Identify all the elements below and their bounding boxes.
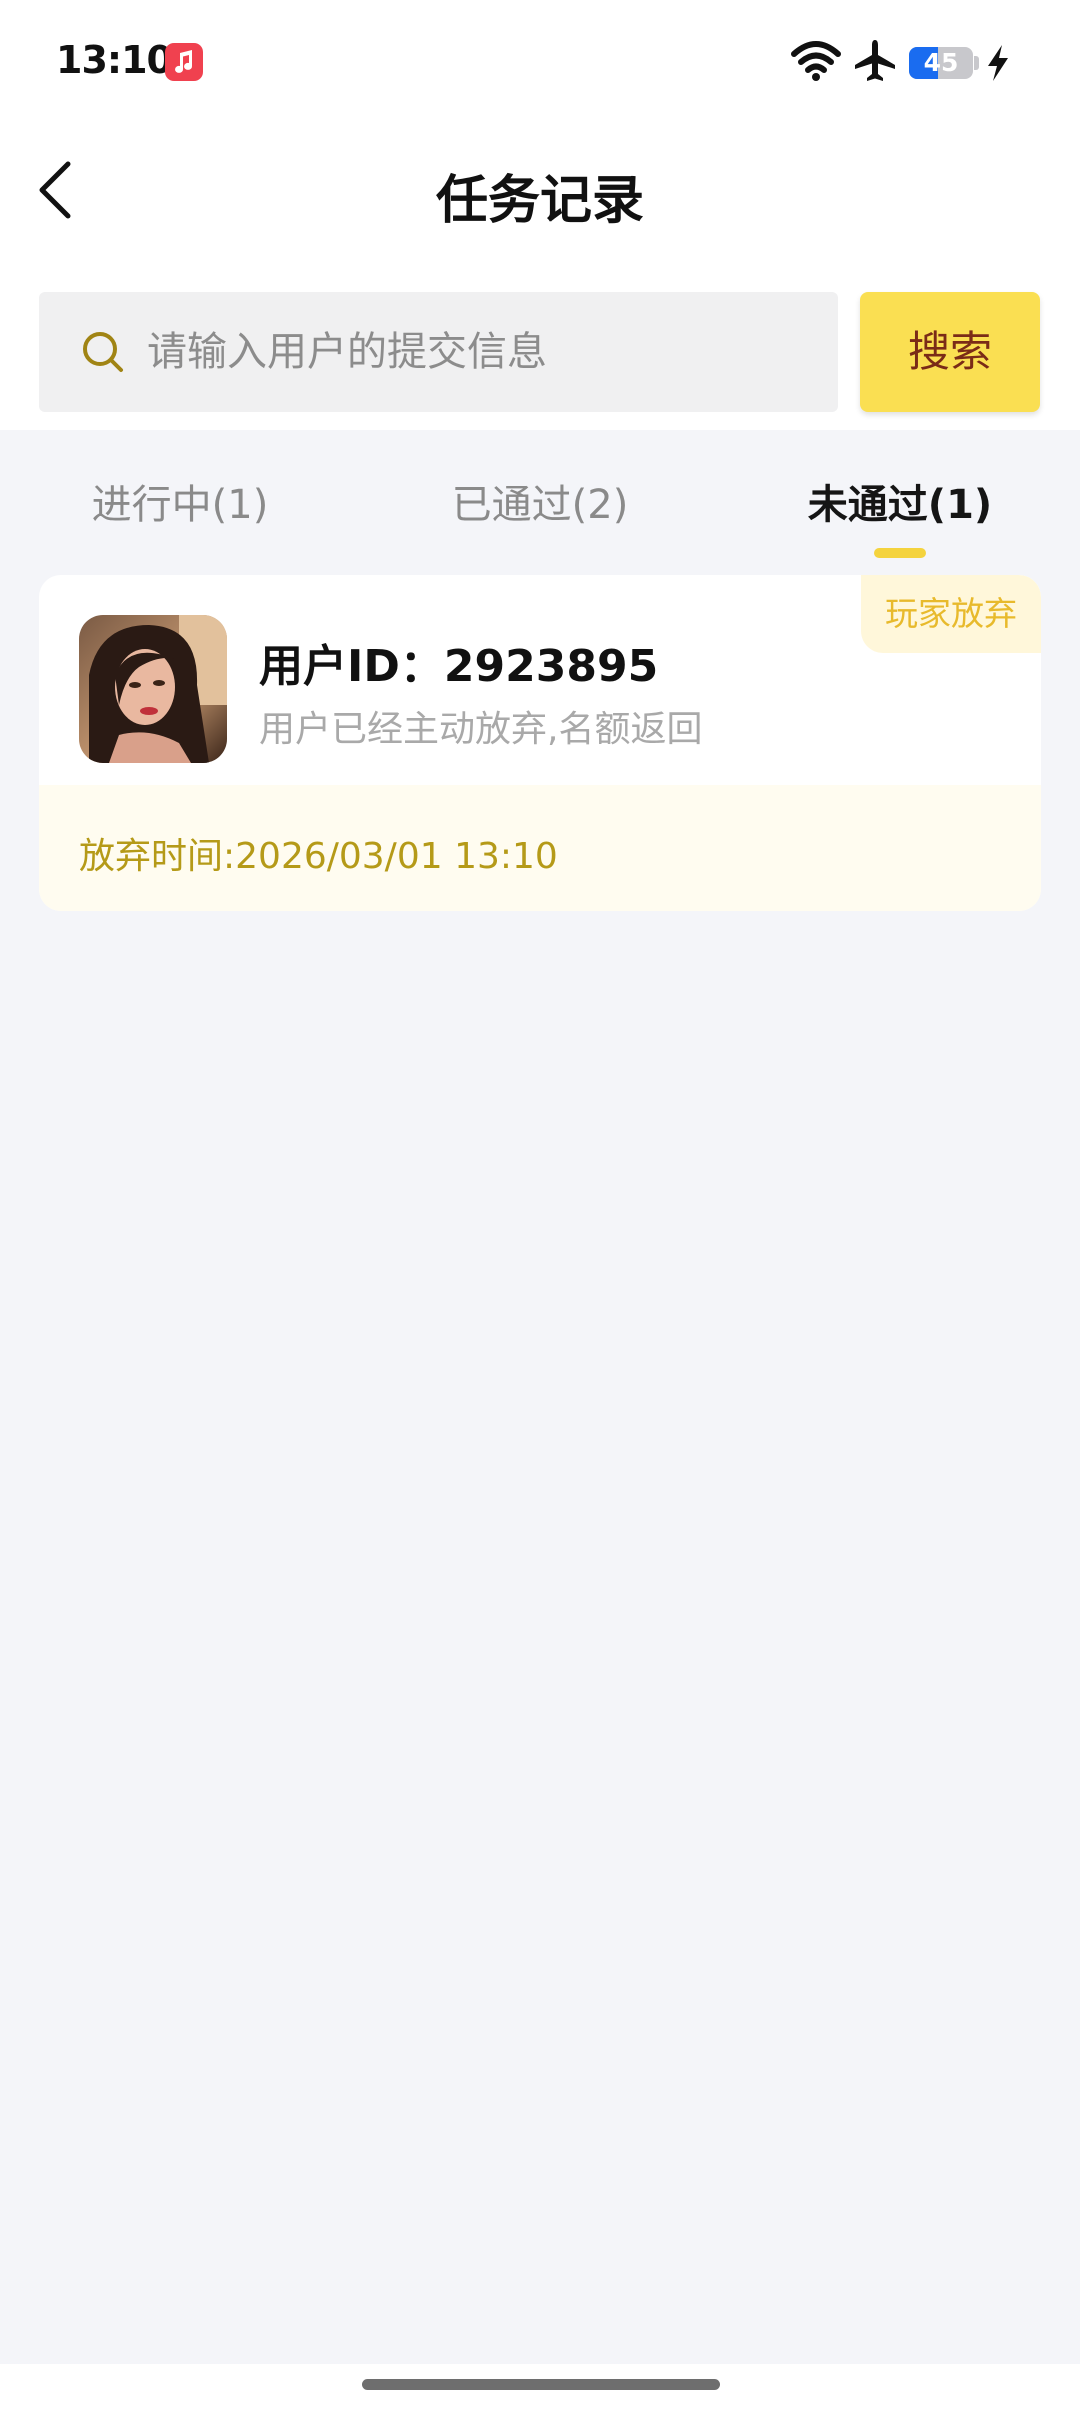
charging-icon [985,44,1011,86]
status-time: 13:10 [56,38,173,82]
record-card[interactable]: 玩家放弃 用户ID：2923895 用户已经主动放弃,名额返回 放弃时间:202… [39,575,1041,911]
search-box[interactable] [39,292,838,412]
tab-in-progress[interactable]: 进行中(1) [60,472,300,530]
status-badge: 玩家放弃 [861,575,1041,653]
battery-icon: 45 [909,47,973,79]
tab-not-passed[interactable]: 未通过(1) [780,472,1020,530]
tab-passed[interactable]: 已通过(2) [420,472,660,530]
music-app-icon [165,43,203,81]
home-indicator[interactable] [362,2379,720,2390]
abandon-time: 放弃时间:2026/03/01 13:10 [79,836,558,877]
search-button[interactable]: 搜索 [860,292,1040,412]
search-icon [83,332,123,372]
record-description: 用户已经主动放弃,名额返回 [259,709,703,750]
battery-tip [974,56,979,70]
wifi-icon [790,40,842,86]
page-title: 任务记录 [435,171,644,231]
active-tab-indicator [874,548,926,558]
search-input[interactable] [147,292,807,412]
airplane-mode-icon [852,38,898,88]
battery-level: 45 [923,48,959,77]
avatar [79,615,227,763]
user-id: 用户ID：2923895 [259,641,659,692]
card-footer: 放弃时间:2026/03/01 13:10 [39,785,1041,911]
